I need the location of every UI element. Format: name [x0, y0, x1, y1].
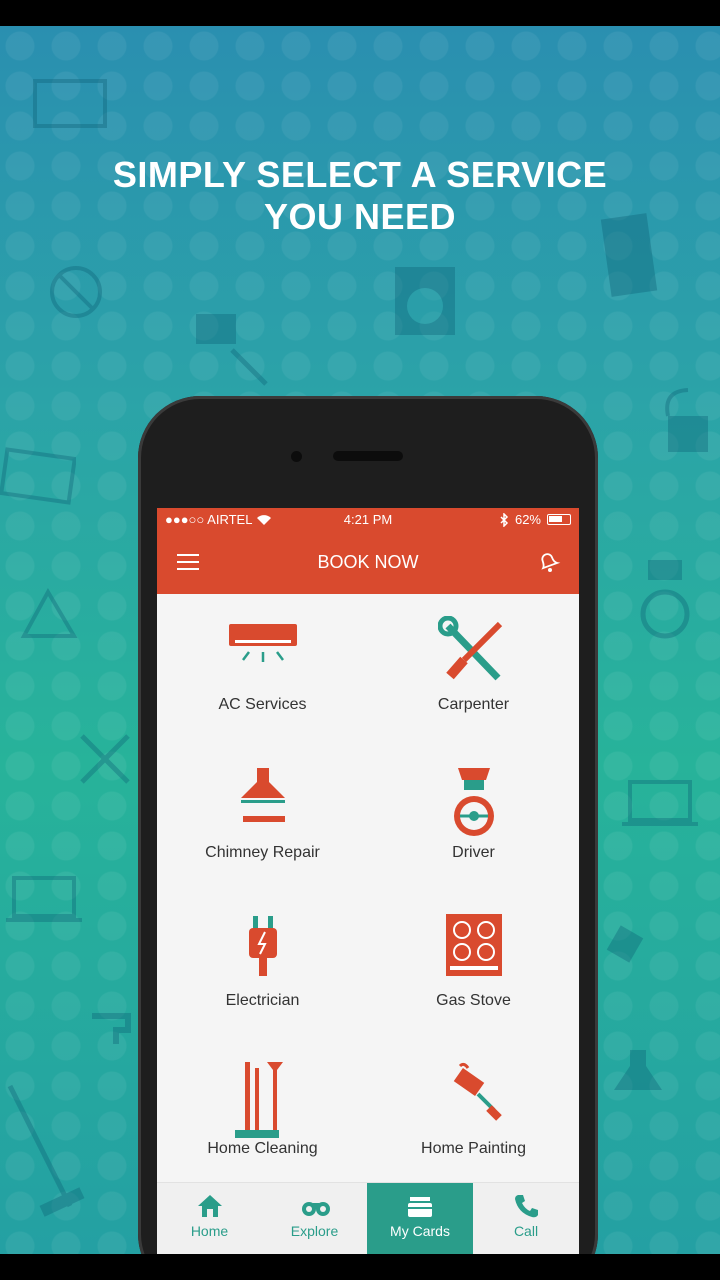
home-icon [198, 1195, 222, 1217]
laptop-icon [6, 876, 82, 922]
phone-speaker [333, 451, 403, 461]
no-smoking-icon [50, 266, 102, 318]
service-label: Carpenter [437, 696, 510, 713]
tap-icon [92, 1013, 131, 1044]
headline-line-1: SIMPLY SELECT A SERVICE [112, 154, 608, 195]
tab-label: Explore [290, 1223, 339, 1239]
service-ac[interactable]: AC Services [157, 594, 368, 742]
binoculars-icon [302, 1202, 330, 1216]
tab-label: Home [190, 1223, 229, 1239]
battery-icon [547, 514, 571, 525]
service-label: Home Cleaning [207, 1140, 318, 1157]
bell-icon[interactable] [535, 548, 561, 574]
wrench-icon [196, 314, 268, 386]
tab-label: My Cards [390, 1223, 450, 1239]
service-home-cleaning[interactable]: Home Cleaning [157, 1038, 368, 1186]
ac-icon [229, 624, 297, 662]
service-chimney-repair[interactable]: Chimney Repair [157, 742, 368, 890]
service-label: Driver [452, 844, 495, 861]
vacuum-icon [665, 388, 708, 452]
service-driver[interactable]: Driver [368, 742, 579, 890]
service-grid: AC Services Carpenter Chimney Repair Dri… [157, 594, 579, 1182]
chimney-icon [241, 768, 285, 822]
driver-icon [454, 768, 494, 836]
phone-mockup: ●●●○○ AIRTEL 4:21 PM 62% BOOK NOW AC Ser… [138, 396, 598, 1280]
service-label: Gas Stove [436, 992, 511, 1009]
service-carpenter[interactable]: Carpenter [368, 594, 579, 742]
service-label: Electrician [225, 992, 300, 1009]
service-electrician[interactable]: Electrician [157, 890, 368, 1038]
header-title: BOOK NOW [317, 552, 419, 572]
phone-camera [291, 451, 302, 462]
status-right: 62% [499, 512, 571, 527]
broom-icon [7, 1084, 85, 1217]
tools-icon [80, 734, 130, 784]
microwave-icon [0, 447, 76, 505]
broom-icon [235, 1062, 283, 1138]
tv-icon [33, 79, 107, 128]
service-home-painting[interactable]: Home Painting [368, 1038, 579, 1186]
app-screen: ●●●○○ AIRTEL 4:21 PM 62% BOOK NOW AC Ser… [157, 508, 579, 1268]
tab-label: Call [513, 1223, 539, 1239]
phone-icon [515, 1195, 538, 1218]
plug-icon [249, 916, 277, 976]
device-status-strip [0, 0, 720, 26]
laptop-icon [622, 780, 698, 826]
service-gas-stove[interactable]: Gas Stove [368, 890, 579, 1038]
iron-icon [20, 587, 78, 638]
service-label: Chimney Repair [205, 844, 320, 861]
service-label: Home Painting [421, 1140, 526, 1157]
status-bar: ●●●○○ AIRTEL 4:21 PM 62% [157, 508, 579, 530]
plug-icon [606, 925, 644, 963]
cards-icon [408, 1197, 432, 1217]
battery-percent: 62% [514, 512, 541, 527]
bluetooth-icon [500, 512, 509, 527]
paint-roller-icon [453, 1062, 502, 1121]
headline: SIMPLY SELECT A SERVICE YOU NEED [0, 154, 720, 238]
washing-machine-icon [395, 267, 455, 335]
device-nav-strip [0, 1254, 720, 1280]
app-header: BOOK NOW [157, 530, 579, 594]
tools-icon [438, 616, 503, 681]
headline-line-2: YOU NEED [263, 196, 457, 237]
service-label: AC Services [218, 696, 307, 713]
stove-icon [446, 914, 502, 976]
driver-icon [640, 560, 690, 639]
chimney-icon [614, 1050, 662, 1090]
